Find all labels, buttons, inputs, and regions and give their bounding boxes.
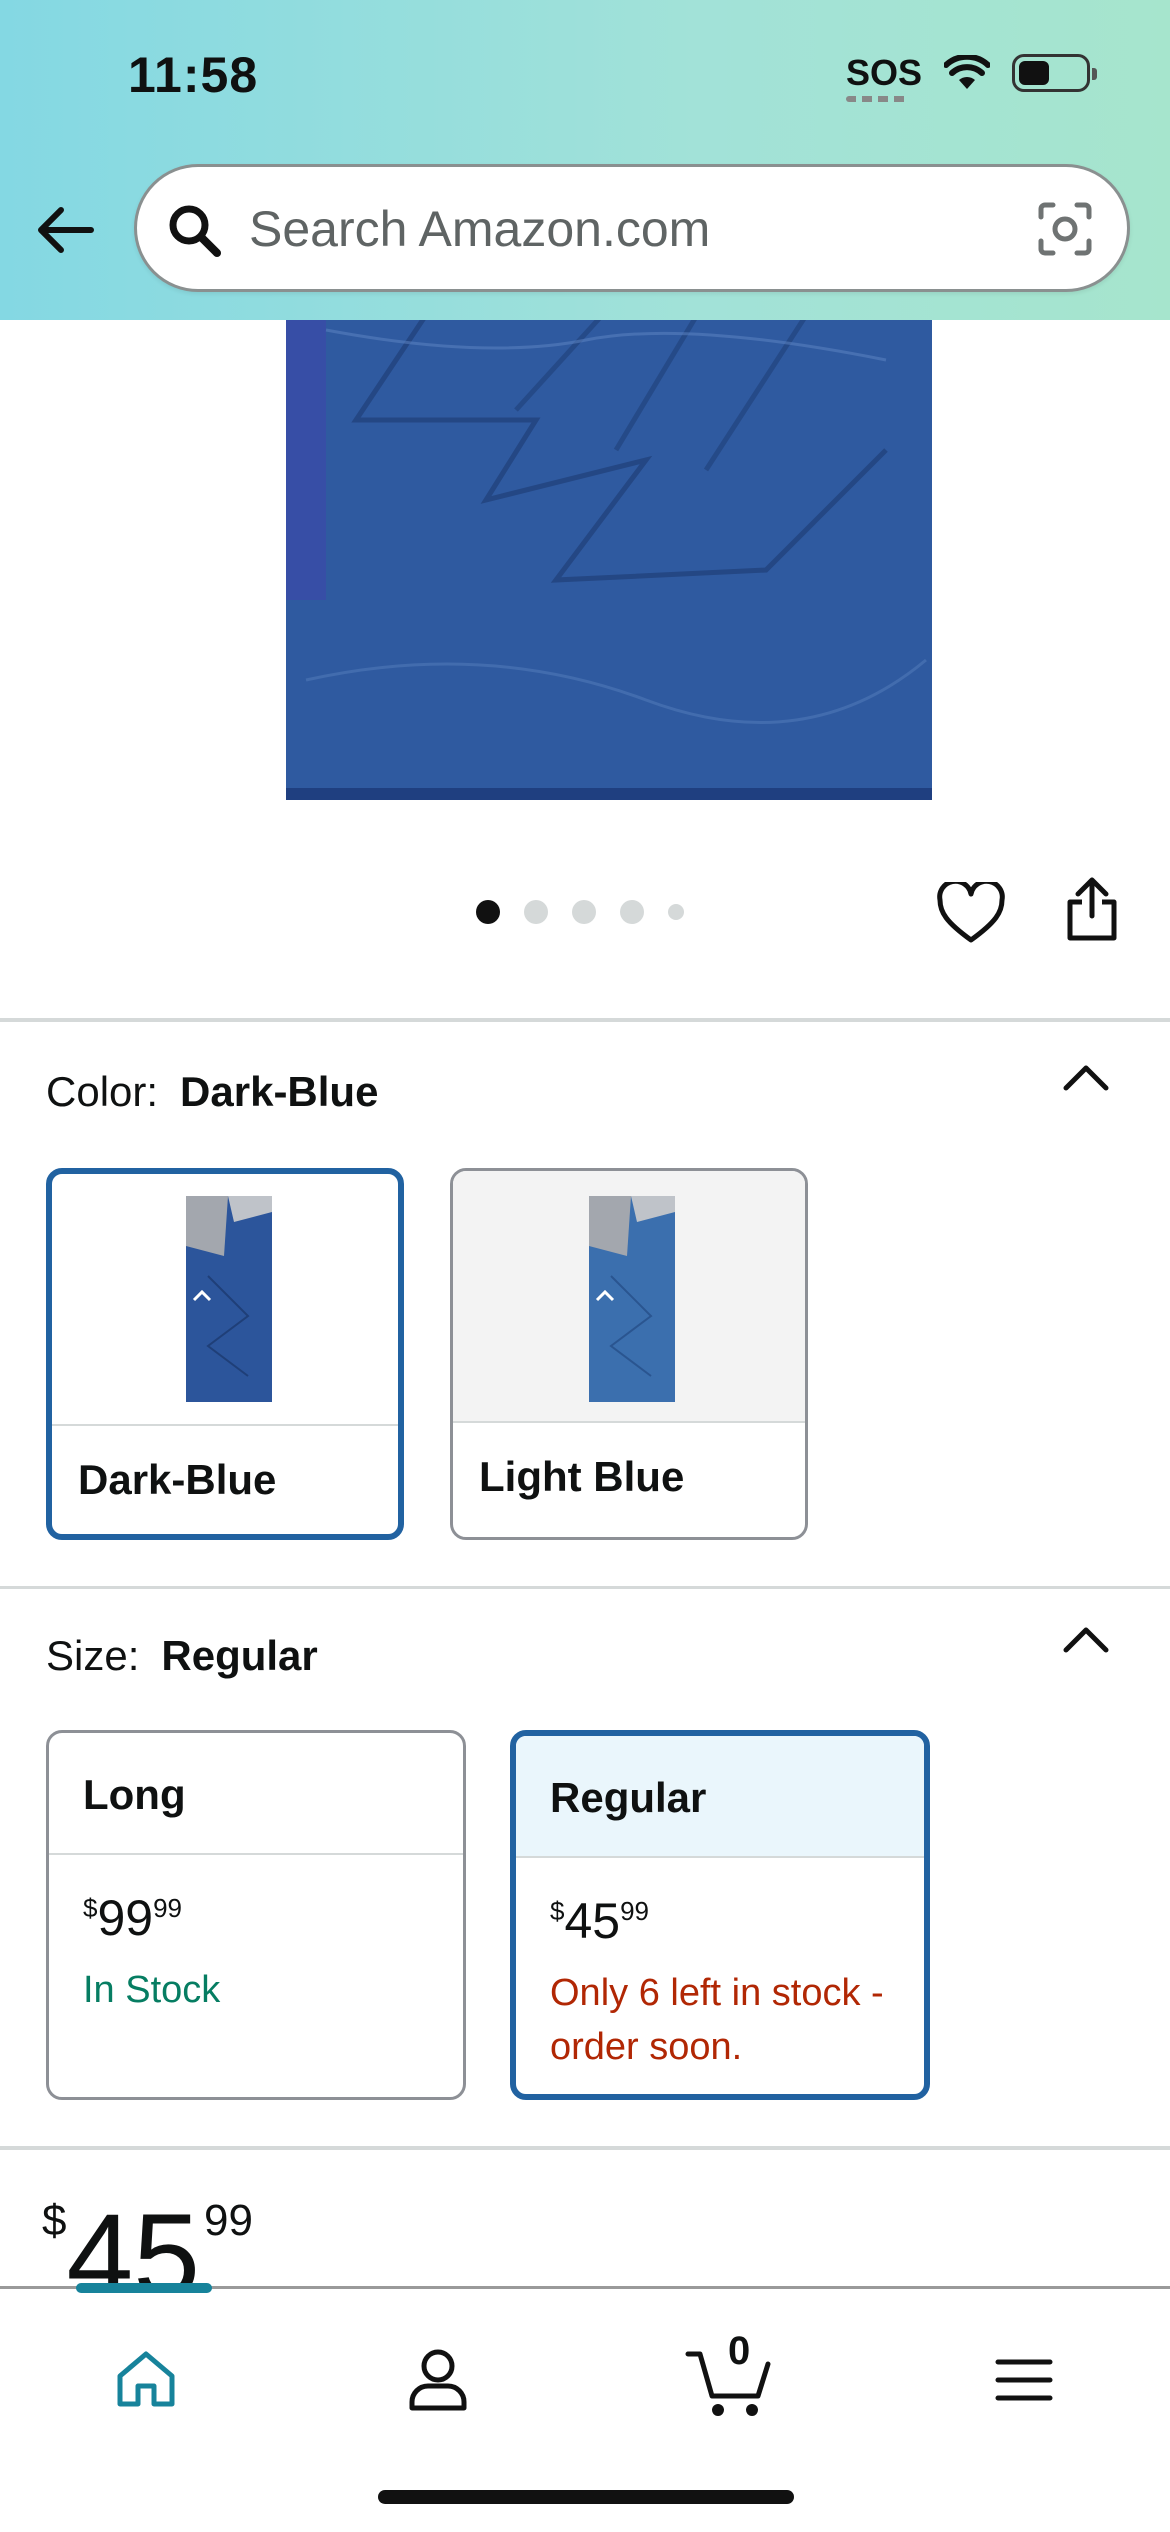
heart-icon[interactable] [936, 882, 1006, 944]
chevron-up-icon[interactable] [1062, 1624, 1110, 1656]
status-time: 11:58 [128, 47, 259, 103]
chevron-up-icon[interactable] [1062, 1062, 1110, 1094]
size-option-long[interactable]: Long $9999 In Stock [46, 1730, 466, 2100]
nav-account[interactable] [378, 2335, 498, 2425]
sleeping-bag-thumbnail [589, 1196, 675, 1402]
pagination-dot[interactable] [476, 900, 500, 924]
sleeping-bag-thumbnail [186, 1196, 272, 1402]
product-image[interactable] [0, 320, 1170, 860]
pagination-dot[interactable] [524, 900, 548, 924]
section-divider [0, 1586, 1170, 1589]
section-divider [0, 1018, 1170, 1022]
battery-icon [1012, 54, 1097, 92]
account-icon [409, 2349, 467, 2411]
back-arrow-icon [38, 207, 94, 253]
color-option-label: Light Blue [479, 1453, 685, 1500]
nav-menu[interactable] [964, 2335, 1084, 2425]
color-label: Color: Dark-Blue [46, 1068, 378, 1116]
nav-cart[interactable]: 0 [672, 2329, 792, 2425]
header: 11:58 SOS [0, 0, 1170, 320]
search-icon [169, 205, 221, 257]
search-bar[interactable] [134, 164, 1130, 292]
color-option-label: Dark-Blue [78, 1456, 277, 1503]
home-icon [117, 2351, 175, 2407]
section-divider [0, 2146, 1170, 2150]
sos-indicator: SOS [845, 52, 922, 102]
home-indicator [378, 2490, 794, 2504]
size-label: Size: Regular [46, 1632, 318, 1680]
sleeping-bag-image [286, 320, 932, 800]
camera-scan-icon[interactable] [1037, 201, 1093, 257]
price-currency: $ [42, 2196, 67, 2245]
nav-home[interactable] [86, 2335, 206, 2425]
color-value: Dark-Blue [180, 1068, 379, 1115]
size-value: Regular [161, 1632, 318, 1679]
sos-label: SOS [845, 52, 922, 93]
image-pagination [476, 900, 684, 924]
price-cents: 99 [203, 2196, 253, 2245]
color-option-light-blue[interactable]: Light Blue [450, 1168, 808, 1540]
size-option-regular[interactable]: Regular $4599 Only 6 left in stock - ord… [510, 1730, 930, 2100]
color-option-dark-blue[interactable]: Dark-Blue [46, 1168, 404, 1540]
size-option-price: $4599 [550, 1893, 650, 1949]
menu-icon [995, 2359, 1053, 2401]
back-button[interactable] [30, 200, 100, 260]
share-icon[interactable] [1064, 876, 1120, 942]
size-key: Size: [46, 1632, 140, 1679]
status-icons: SOS [845, 52, 1097, 102]
size-option-price: $9999 [83, 1890, 183, 1946]
color-thumb [52, 1174, 398, 1426]
pagination-dot[interactable] [668, 904, 684, 920]
size-option-label: Regular [516, 1736, 924, 1858]
color-thumb [453, 1171, 805, 1423]
pagination-dot[interactable] [620, 900, 644, 924]
size-option-label: Long [49, 1733, 463, 1855]
stock-status: Only 6 left in stock - order soon. [550, 1972, 884, 2068]
color-key: Color: [46, 1068, 159, 1115]
active-tab-indicator [76, 2283, 212, 2293]
stock-status: In Stock [83, 1969, 221, 2011]
wifi-icon [944, 55, 990, 89]
cart-count: 0 [728, 2329, 751, 2373]
pagination-dot[interactable] [572, 900, 596, 924]
signal-dots [845, 96, 908, 102]
search-input[interactable] [249, 193, 1009, 265]
